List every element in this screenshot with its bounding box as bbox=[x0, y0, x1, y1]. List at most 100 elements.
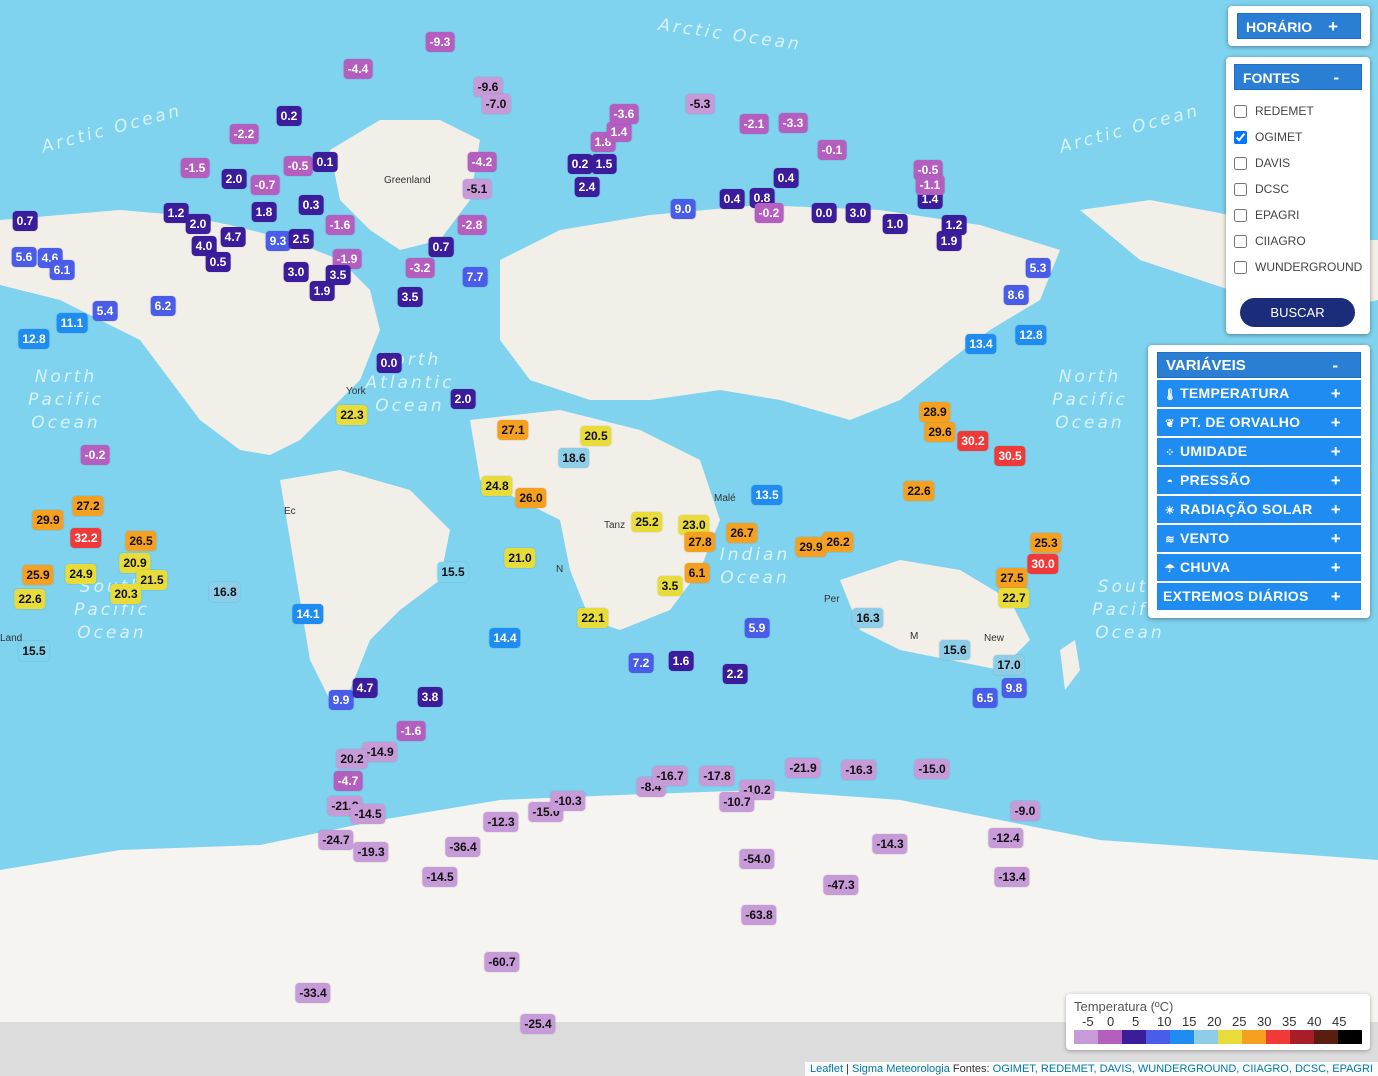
temperature-marker[interactable]: 5.3 bbox=[1025, 258, 1051, 278]
temperature-marker[interactable]: -0.7 bbox=[250, 175, 280, 195]
variable-vento[interactable]: ≋ VENTO + bbox=[1157, 525, 1361, 552]
temperature-marker[interactable]: 22.3 bbox=[336, 405, 368, 425]
temperature-marker[interactable]: -2.8 bbox=[457, 215, 487, 235]
temperature-marker[interactable]: 13.5 bbox=[751, 485, 783, 505]
temperature-marker[interactable]: 15.6 bbox=[939, 640, 971, 660]
temperature-marker[interactable]: -36.4 bbox=[445, 837, 481, 857]
variable-press-o[interactable]: ◓ PRESSÃO + bbox=[1157, 467, 1361, 494]
temperature-marker[interactable]: 17.0 bbox=[993, 655, 1025, 675]
temperature-marker[interactable]: -7.0 bbox=[481, 94, 511, 114]
temperature-marker[interactable]: -60.7 bbox=[484, 952, 520, 972]
temperature-marker[interactable]: -14.5 bbox=[422, 867, 458, 887]
temperature-marker[interactable]: 12.8 bbox=[18, 329, 50, 349]
temperature-marker[interactable]: 27.8 bbox=[684, 532, 716, 552]
temperature-marker[interactable]: 4.7 bbox=[220, 227, 246, 247]
temperature-marker[interactable]: -10.7 bbox=[719, 792, 755, 812]
temperature-marker[interactable]: 14.1 bbox=[292, 604, 324, 624]
fontes-links[interactable]: OGIMET, REDEMET, DAVIS, WUNDERGROUND, CI… bbox=[993, 1063, 1373, 1075]
temperature-marker[interactable]: -0.2 bbox=[80, 445, 110, 465]
temperature-marker[interactable]: 2.0 bbox=[185, 214, 211, 234]
temperature-marker[interactable]: 16.3 bbox=[852, 608, 884, 628]
horario-toggle-icon[interactable]: + bbox=[1328, 14, 1338, 40]
temperature-marker[interactable]: -1.1 bbox=[915, 175, 945, 195]
temperature-marker[interactable]: -9.3 bbox=[425, 32, 455, 52]
temperature-marker[interactable]: 24.9 bbox=[65, 564, 97, 584]
temperature-marker[interactable]: 3.0 bbox=[283, 262, 309, 282]
temperature-marker[interactable]: 29.6 bbox=[924, 422, 956, 442]
expand-icon[interactable]: + bbox=[1331, 554, 1341, 581]
temperature-marker[interactable]: 25.3 bbox=[1030, 533, 1062, 553]
source-checkbox[interactable] bbox=[1234, 104, 1247, 118]
temperature-marker[interactable]: 1.5 bbox=[591, 154, 617, 174]
temperature-marker[interactable]: 1.8 bbox=[251, 202, 277, 222]
temperature-marker[interactable]: 8.6 bbox=[1003, 285, 1029, 305]
variable-umidade[interactable]: ⁘ UMIDADE + bbox=[1157, 438, 1361, 465]
temperature-marker[interactable]: 2.0 bbox=[450, 389, 476, 409]
temperature-marker[interactable]: -17.8 bbox=[699, 766, 735, 786]
variable-radia-o-solar[interactable]: ☀ RADIAÇÃO SOLAR + bbox=[1157, 496, 1361, 523]
temperature-marker[interactable]: 6.1 bbox=[49, 260, 75, 280]
temperature-marker[interactable]: -63.8 bbox=[741, 905, 777, 925]
temperature-marker[interactable]: 26.7 bbox=[726, 523, 758, 543]
temperature-marker[interactable]: -54.0 bbox=[739, 849, 775, 869]
temperature-marker[interactable]: 5.9 bbox=[744, 618, 770, 638]
temperature-marker[interactable]: 0.0 bbox=[811, 203, 837, 223]
expand-icon[interactable]: + bbox=[1331, 467, 1341, 494]
temperature-marker[interactable]: 14.4 bbox=[489, 628, 521, 648]
temperature-marker[interactable]: 0.0 bbox=[376, 353, 402, 373]
source-option-ciiagro[interactable]: CIIAGRO bbox=[1226, 228, 1370, 254]
source-checkbox[interactable] bbox=[1234, 156, 1247, 170]
temperature-marker[interactable]: 18.6 bbox=[558, 448, 590, 468]
temperature-marker[interactable]: 0.3 bbox=[298, 195, 324, 215]
temperature-marker[interactable]: 0.5 bbox=[205, 252, 231, 272]
temperature-marker[interactable]: -10.3 bbox=[550, 791, 586, 811]
temperature-marker[interactable]: 26.0 bbox=[515, 488, 547, 508]
temperature-marker[interactable]: 22.1 bbox=[577, 608, 609, 628]
variaveis-toggle-icon[interactable]: - bbox=[1332, 353, 1338, 379]
temperature-marker[interactable]: 16.8 bbox=[209, 582, 241, 602]
temperature-marker[interactable]: 0.7 bbox=[428, 237, 454, 257]
temperature-marker[interactable]: -14.9 bbox=[362, 742, 398, 762]
temperature-marker[interactable]: 25.9 bbox=[22, 565, 54, 585]
buscar-button[interactable]: BUSCAR bbox=[1240, 298, 1355, 327]
source-checkbox[interactable] bbox=[1234, 234, 1247, 248]
variaveis-header[interactable]: VARIÁVEIS - bbox=[1157, 352, 1361, 378]
source-option-davis[interactable]: DAVIS bbox=[1226, 150, 1370, 176]
temperature-marker[interactable]: 9.9 bbox=[328, 690, 354, 710]
temperature-marker[interactable]: 9.3 bbox=[265, 231, 291, 251]
source-checkbox[interactable] bbox=[1234, 182, 1247, 196]
temperature-marker[interactable]: 2.2 bbox=[722, 664, 748, 684]
temperature-marker[interactable]: -4.2 bbox=[467, 152, 497, 172]
variable-chuva[interactable]: ☂ CHUVA + bbox=[1157, 554, 1361, 581]
temperature-marker[interactable]: 6.2 bbox=[150, 296, 176, 316]
temperature-marker[interactable]: 3.0 bbox=[845, 203, 871, 223]
temperature-marker[interactable]: 3.5 bbox=[657, 576, 683, 596]
temperature-marker[interactable]: -3.3 bbox=[778, 113, 808, 133]
temperature-marker[interactable]: 1.9 bbox=[936, 231, 962, 251]
temperature-marker[interactable]: 28.9 bbox=[919, 402, 951, 422]
temperature-marker[interactable]: -0.1 bbox=[817, 140, 847, 160]
expand-icon[interactable]: + bbox=[1331, 380, 1341, 407]
temperature-marker[interactable]: 0.2 bbox=[567, 154, 593, 174]
temperature-marker[interactable]: 15.5 bbox=[18, 641, 50, 661]
temperature-marker[interactable]: 22.7 bbox=[998, 588, 1030, 608]
temperature-marker[interactable]: 26.2 bbox=[822, 532, 854, 552]
source-option-wunderground[interactable]: WUNDERGROUND bbox=[1226, 254, 1370, 280]
temperature-marker[interactable]: -12.4 bbox=[988, 828, 1024, 848]
temperature-marker[interactable]: 12.8 bbox=[1015, 325, 1047, 345]
temperature-marker[interactable]: 32.2 bbox=[70, 528, 102, 548]
temperature-marker[interactable]: 11.1 bbox=[56, 313, 88, 333]
temperature-marker[interactable]: 1.6 bbox=[668, 651, 694, 671]
temperature-marker[interactable]: -14.3 bbox=[872, 834, 908, 854]
source-option-redemet[interactable]: REDEMET bbox=[1226, 98, 1370, 124]
temperature-marker[interactable]: -1.6 bbox=[325, 215, 355, 235]
variable-temperatura[interactable]: 🌡 TEMPERATURA + bbox=[1157, 380, 1361, 407]
temperature-marker[interactable]: 0.7 bbox=[12, 211, 38, 231]
temperature-marker[interactable]: 0.2 bbox=[276, 106, 302, 126]
leaflet-link[interactable]: Leaflet bbox=[810, 1063, 843, 1075]
temperature-marker[interactable]: -5.1 bbox=[462, 179, 492, 199]
temperature-marker[interactable]: -19.3 bbox=[353, 842, 389, 862]
temperature-marker[interactable]: -1.6 bbox=[396, 721, 426, 741]
temperature-marker[interactable]: 3.8 bbox=[417, 687, 443, 707]
source-option-dcsc[interactable]: DCSC bbox=[1226, 176, 1370, 202]
